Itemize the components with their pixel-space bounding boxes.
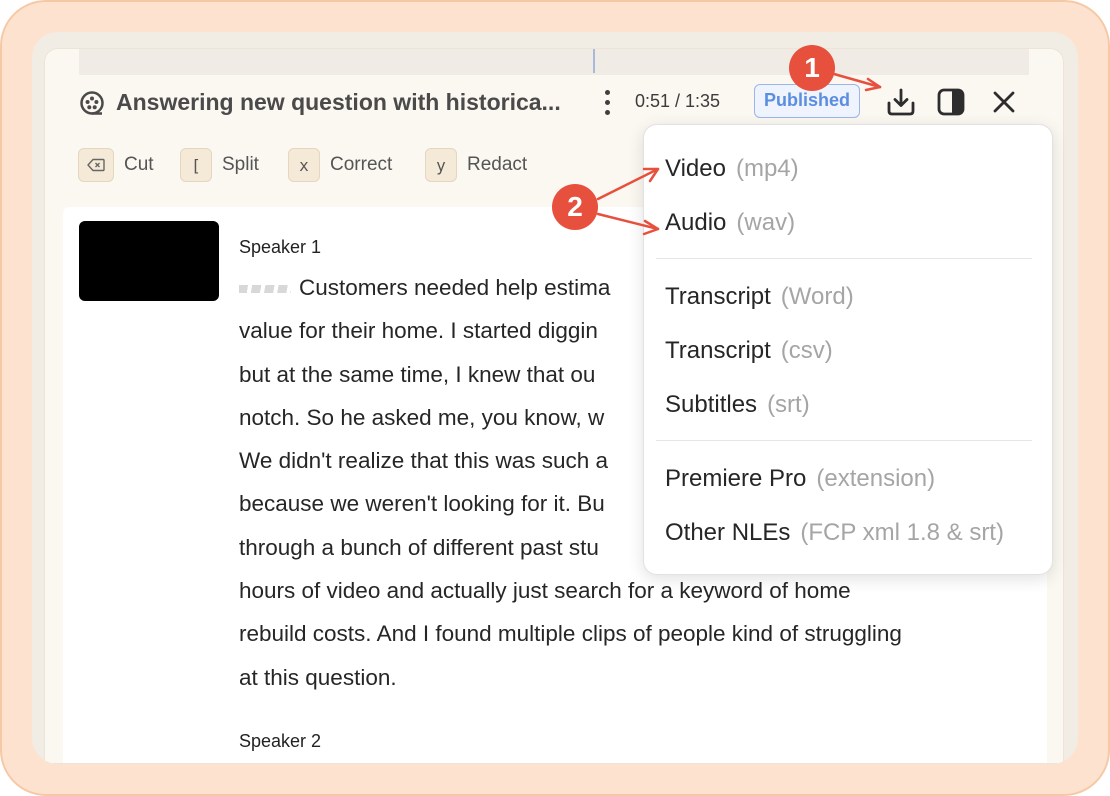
shortcut-key: [ xyxy=(180,148,212,182)
playhead[interactable] xyxy=(593,49,595,73)
tool-label: Correct xyxy=(330,154,393,175)
shortcut-key xyxy=(78,148,114,182)
tool-label: Split xyxy=(222,154,259,175)
video-thumbnail[interactable] xyxy=(79,221,219,301)
shortcut-key: x xyxy=(288,148,320,182)
transcript-line[interactable]: rebuild costs. And I found multiple clip… xyxy=(239,612,1029,655)
callout-2: 2 xyxy=(552,184,598,230)
menu-divider xyxy=(656,258,1032,259)
export-other-nles[interactable]: Other NLEs (FCP xml 1.8 & srt) xyxy=(665,513,1004,553)
split-tool[interactable]: [ Split xyxy=(180,147,259,183)
timeline-strip[interactable] xyxy=(79,49,1029,75)
export-subtitles-srt[interactable]: Subtitles (srt) xyxy=(665,385,810,425)
export-menu: Video (mp4) Audio (wav) Transcript (Word) T… xyxy=(643,124,1053,575)
speaker-label[interactable]: Speaker 2 xyxy=(239,731,321,752)
transcript-line[interactable]: at this question. xyxy=(239,656,1029,699)
export-premiere-pro[interactable]: Premiere Pro (extension) xyxy=(665,459,935,499)
redacted-marker xyxy=(239,285,291,294)
correct-tool[interactable]: x Correct xyxy=(288,147,392,183)
kebab-menu-icon[interactable] xyxy=(601,87,613,117)
tool-label: Cut xyxy=(124,154,154,175)
shortcut-key: y xyxy=(425,148,457,182)
page-title[interactable]: Answering new question with historica... xyxy=(116,89,586,116)
export-transcript-csv[interactable]: Transcript (csv) xyxy=(665,331,833,371)
close-icon[interactable] xyxy=(987,85,1021,119)
download-icon[interactable] xyxy=(884,85,918,119)
callout-1: 1 xyxy=(789,45,835,91)
redact-tool[interactable]: y Redact xyxy=(425,147,527,183)
export-video-mp4[interactable]: Video (mp4) xyxy=(665,149,799,189)
reel-icon xyxy=(80,91,104,115)
timecode: 0:51 / 1:35 xyxy=(635,91,721,111)
export-transcript-word[interactable]: Transcript (Word) xyxy=(665,277,854,317)
cut-tool[interactable]: Cut xyxy=(78,147,154,183)
export-audio-wav[interactable]: Audio (wav) xyxy=(665,203,795,243)
transcript-line[interactable]: hours of video and actually just search … xyxy=(239,569,1029,612)
backspace-icon xyxy=(87,158,105,172)
tool-label: Redact xyxy=(467,154,528,175)
speaker-label[interactable]: Speaker 1 xyxy=(239,237,321,258)
panel-toggle-icon[interactable] xyxy=(934,85,968,119)
menu-divider xyxy=(656,440,1032,441)
